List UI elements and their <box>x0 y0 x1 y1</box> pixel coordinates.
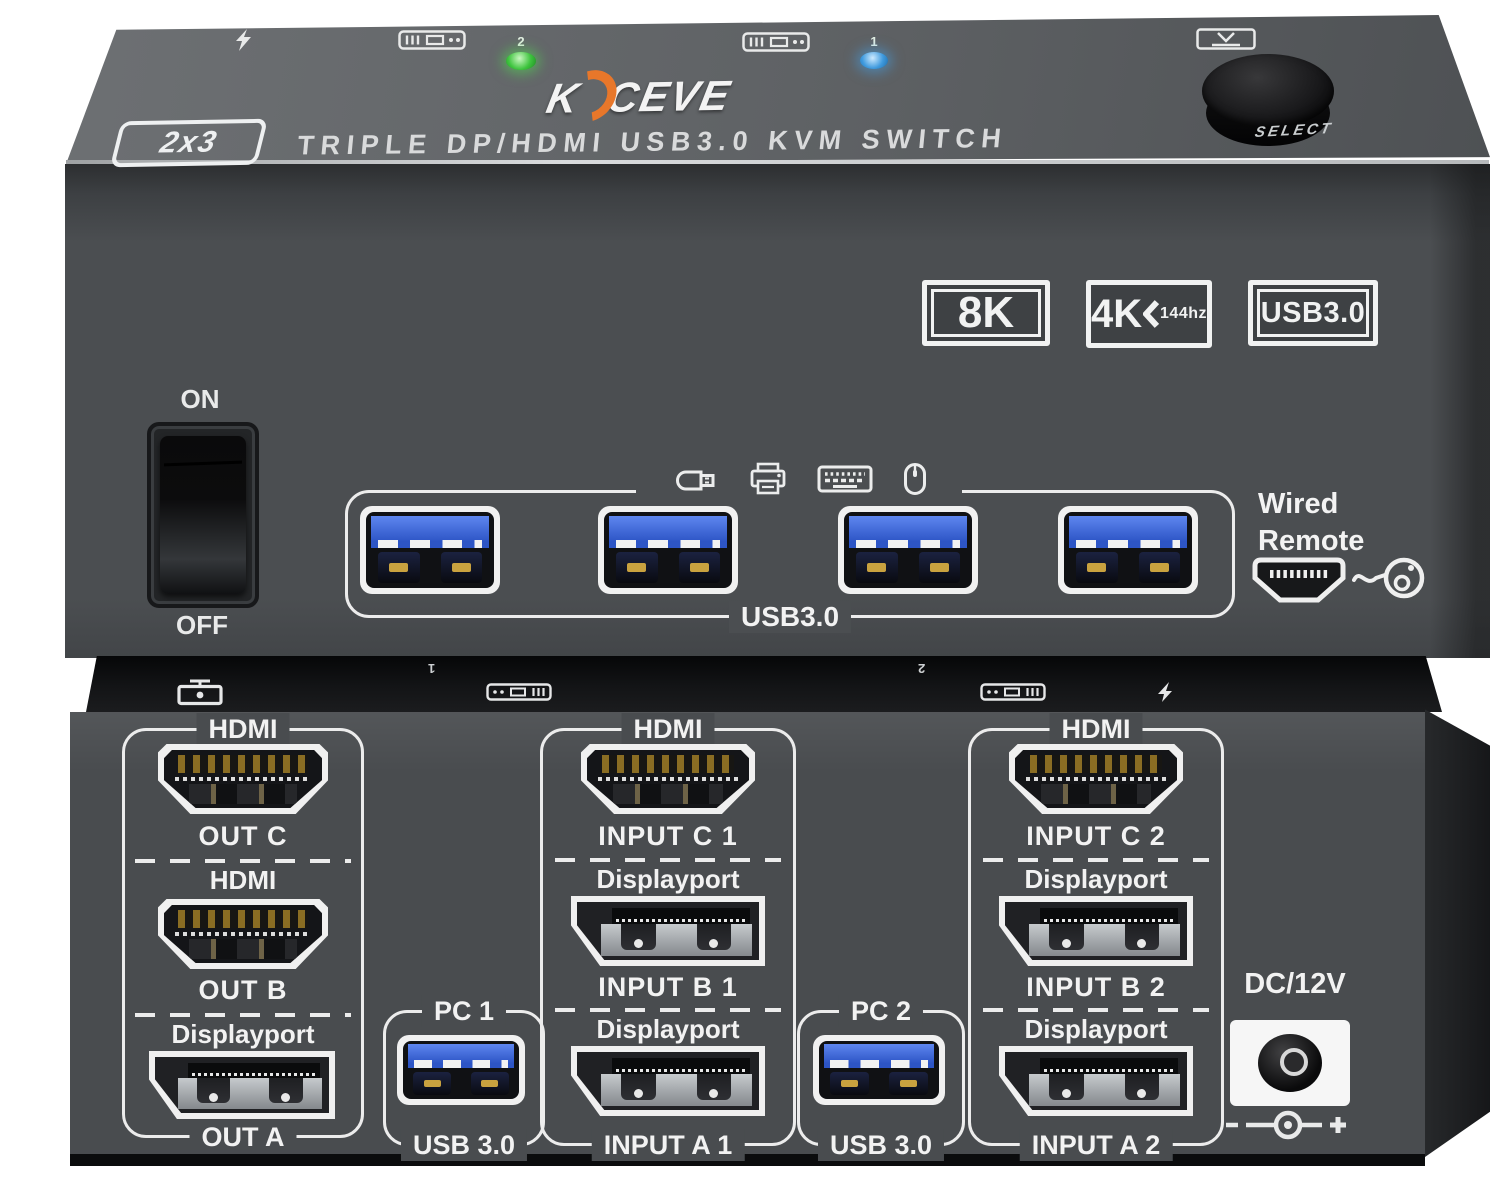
input-c1-type-label: HDMI <box>622 713 715 745</box>
power-on-label: ON <box>145 384 255 415</box>
usb-hub-group: USB3.0 <box>345 490 1235 618</box>
input-b2-type-label: Displayport <box>971 864 1221 895</box>
peripheral-icons-row <box>636 460 962 498</box>
out-a-label: OUT A <box>190 1121 297 1153</box>
dc-power-jack <box>1230 1020 1350 1106</box>
flash-drive-icon <box>671 465 719 493</box>
displayport-input-a2-port <box>999 1046 1193 1116</box>
badge-8k: 8K <box>922 280 1050 346</box>
bottom-unit-top-strip <box>86 656 1442 712</box>
blue-status-led <box>860 52 888 69</box>
strip-port-diagram-2-icon <box>980 683 1046 701</box>
product-photo-kvm-switch: { "front": { "brand_k": "K", "brand_rest… <box>0 0 1500 1200</box>
dc-power-label: DC/12V <box>1228 968 1362 1001</box>
strip-number-1: 1 <box>428 661 435 676</box>
led-green-number: 2 <box>506 34 536 49</box>
port-diagram-1-icon <box>742 32 810 52</box>
divider <box>983 1008 1209 1012</box>
input-b1-type-label: Displayport <box>543 864 793 895</box>
pc2-usb-label: USB 3.0 <box>818 1129 944 1161</box>
output-group: HDMI OUT C HDMI OUT B Displayport OUT A <box>122 728 364 1138</box>
wired-remote-icon <box>1352 548 1426 604</box>
port-diagram-2-icon <box>398 30 466 50</box>
strip-number-2: 2 <box>918 661 925 676</box>
usb3-port-4 <box>1058 506 1198 594</box>
badge-4k-text: 4K <box>1091 292 1142 337</box>
hdmi-input-c2-port <box>1009 744 1183 814</box>
power-rocker-switch <box>147 422 259 608</box>
divider <box>555 858 781 862</box>
input-a1-type-label: Displayport <box>543 1014 793 1045</box>
power-off-label: OFF <box>147 610 257 641</box>
out-c-label: OUT C <box>125 821 361 852</box>
model-badge: 2x3 <box>110 119 268 168</box>
strip-lightning-icon <box>1152 682 1174 702</box>
led-blue-number: 1 <box>859 34 889 49</box>
input2-group: HDMI INPUT C 2 Displayport INPUT B 2 Dis… <box>968 728 1224 1146</box>
monitor-icon <box>176 678 224 706</box>
mouse-icon <box>903 462 927 496</box>
bottom-unit-side-face <box>1425 705 1490 1157</box>
hdmi-out-c-port <box>158 744 328 814</box>
displayport-input-b1-port <box>571 896 765 966</box>
displayport-out-a-port <box>149 1051 335 1119</box>
hdmi-input-c1-port <box>581 744 755 814</box>
strip-port-diagram-1-icon <box>486 683 552 701</box>
pc2-group: PC 2 USB 3.0 <box>797 1010 965 1146</box>
input-a2-type-label: Displayport <box>971 1014 1221 1045</box>
pc1-usb-label: USB 3.0 <box>401 1129 527 1161</box>
lightning-icon <box>234 28 258 52</box>
input-c2-type-label: HDMI <box>1050 713 1143 745</box>
out-b-type-label: HDMI <box>125 865 361 896</box>
out-b-label: OUT B <box>125 975 361 1006</box>
wired-remote-line1: Wired <box>1258 486 1364 523</box>
printer-icon <box>749 462 787 496</box>
displayport-input-b2-port <box>999 896 1193 966</box>
pc2-label: PC 2 <box>839 995 923 1027</box>
keyboard-icon <box>817 463 873 495</box>
chevron-left-icon <box>1143 299 1159 329</box>
badge-144hz-text: 144hz <box>1160 305 1207 323</box>
out-a-type-label: Displayport <box>125 1019 361 1050</box>
divider <box>135 1013 351 1017</box>
displayport-input-a1-port <box>571 1046 765 1116</box>
usb-device-icon <box>1196 28 1256 50</box>
wired-remote-line2: Remote <box>1258 523 1364 560</box>
hdmi-out-b-port <box>158 899 328 969</box>
divider <box>555 1008 781 1012</box>
input-b1-label: INPUT B 1 <box>543 972 793 1003</box>
divider <box>983 858 1209 862</box>
pc2-usb-port <box>813 1035 945 1105</box>
input1-group: HDMI INPUT C 1 Displayport INPUT B 1 Dis… <box>540 728 796 1146</box>
wired-remote-label: Wired Remote <box>1258 486 1364 560</box>
remote-connector-port <box>1252 556 1346 604</box>
usb3-port-1 <box>360 506 500 594</box>
input-a1-label: INPUT A 1 <box>592 1129 745 1161</box>
usb3-port-2 <box>598 506 738 594</box>
usb3-port-3 <box>838 506 978 594</box>
usb-hub-label: USB3.0 <box>729 601 851 633</box>
green-status-led <box>506 52 536 70</box>
badge-usb30: USB3.0 <box>1248 280 1378 346</box>
brand-logo-rest: CEVE <box>603 72 735 122</box>
input-c1-label: INPUT C 1 <box>543 821 793 852</box>
polarity-icon <box>1222 1108 1358 1142</box>
brand-logo: K CEVE <box>543 69 884 123</box>
input-a2-label: INPUT A 2 <box>1020 1129 1173 1161</box>
badge-4k144hz: 4K 144hz <box>1086 280 1212 348</box>
out-c-type-label: HDMI <box>197 713 290 745</box>
input-c2-label: INPUT C 2 <box>971 821 1221 852</box>
pc1-usb-port <box>397 1035 525 1105</box>
pc1-label: PC 1 <box>422 995 506 1027</box>
bottom-unit-bottom-edge <box>70 1154 1425 1166</box>
input-b2-label: INPUT B 2 <box>971 972 1221 1003</box>
pc1-group: PC 1 USB 3.0 <box>383 1010 545 1146</box>
divider <box>135 859 351 863</box>
